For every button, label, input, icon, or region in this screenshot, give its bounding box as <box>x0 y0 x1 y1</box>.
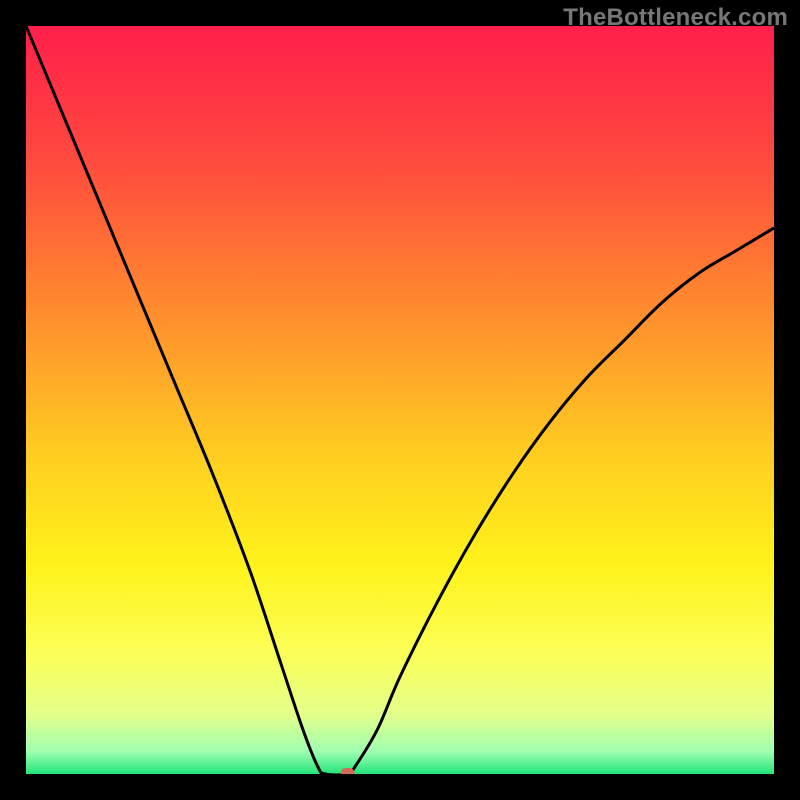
chart-container: TheBottleneck.com <box>0 0 800 800</box>
watermark-text: TheBottleneck.com <box>563 4 788 32</box>
plot-area <box>26 26 774 774</box>
chart-svg <box>26 26 774 774</box>
gradient-background <box>26 26 774 774</box>
